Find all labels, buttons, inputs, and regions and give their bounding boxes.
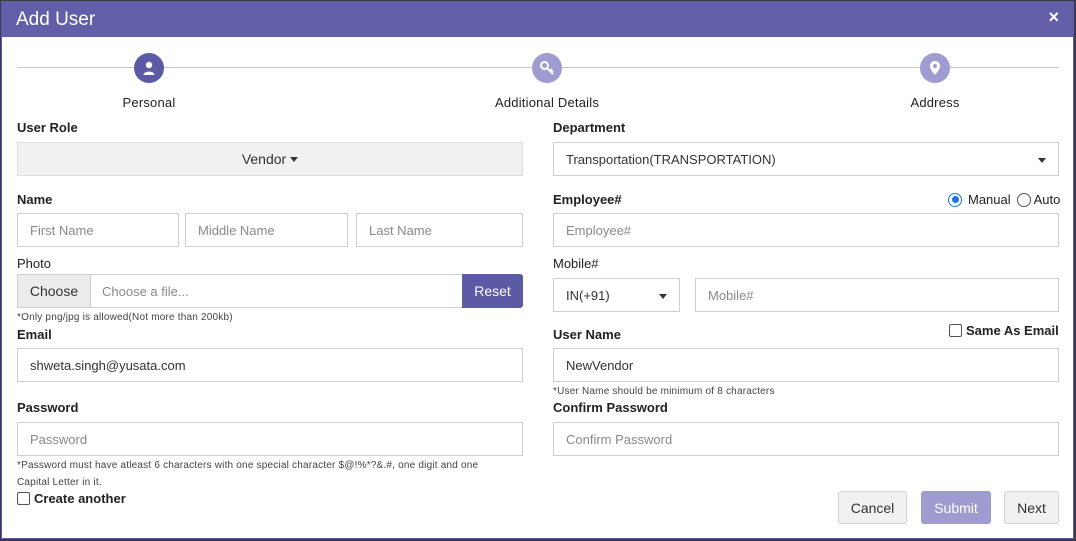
user-role-label: User Role — [17, 120, 78, 135]
same-as-email-label: Same As Email — [966, 323, 1059, 338]
confirm-password-label: Confirm Password — [553, 400, 668, 415]
password-hint-line2: Capital Letter in it. — [17, 477, 102, 488]
location-pin-icon — [920, 53, 950, 83]
caret-down-icon — [290, 156, 299, 162]
reset-button[interactable]: Reset — [462, 274, 523, 308]
username-label: User Name — [553, 327, 621, 342]
same-as-email-option[interactable]: Same As Email — [949, 323, 1059, 338]
choose-file-button[interactable]: Choose — [17, 274, 91, 308]
caret-down-icon — [659, 294, 667, 299]
photo-hint: *Only png/jpg is allowed(Not more than 2… — [17, 312, 233, 323]
password-input[interactable]: Password — [17, 422, 523, 456]
auto-radio-label: Auto — [1033, 192, 1061, 207]
country-code-value: IN(+91) — [566, 287, 610, 303]
cancel-button[interactable]: Cancel — [838, 491, 907, 524]
first-name-input[interactable]: First Name — [17, 213, 179, 247]
step-label: Additional Details — [494, 95, 600, 110]
department-select[interactable]: Transportation(TRANSPORTATION) — [553, 142, 1059, 176]
create-another-label: Create another — [34, 491, 126, 506]
create-another-checkbox[interactable] — [17, 492, 30, 505]
confirm-password-input[interactable]: Confirm Password — [553, 422, 1059, 456]
modal-header: Add User × — [2, 2, 1073, 37]
last-name-input[interactable]: Last Name — [356, 213, 523, 247]
manual-radio[interactable] — [948, 192, 962, 207]
username-hint: *User Name should be minimum of 8 charac… — [553, 386, 775, 397]
caret-down-icon — [1038, 158, 1046, 163]
close-icon[interactable]: × — [1048, 7, 1059, 28]
step-label: Personal — [122, 95, 176, 110]
next-button[interactable]: Next — [1004, 491, 1059, 524]
person-icon — [134, 53, 164, 83]
password-label: Password — [17, 400, 79, 415]
key-icon — [532, 53, 562, 83]
department-label: Department — [553, 120, 626, 135]
file-input[interactable]: Choose a file... — [90, 274, 464, 308]
middle-name-input[interactable]: Middle Name — [185, 213, 348, 247]
email-input[interactable]: shweta.singh@yusata.com — [17, 348, 523, 382]
step-address[interactable]: Address — [855, 53, 1015, 110]
user-role-dropdown[interactable]: Vendor — [17, 142, 523, 176]
add-user-modal: Add User × Personal Additional Details A… — [1, 1, 1074, 539]
create-another-option[interactable]: Create another — [17, 491, 126, 506]
employee-mode-radios: Manual Auto — [948, 192, 1060, 207]
username-input[interactable]: NewVendor — [553, 348, 1059, 382]
name-label: Name — [17, 192, 53, 207]
same-as-email-checkbox[interactable] — [949, 324, 962, 337]
step-label: Address — [910, 95, 960, 110]
employee-number-input[interactable]: Employee# — [553, 213, 1059, 247]
mobile-input[interactable]: Mobile# — [695, 278, 1059, 312]
user-role-value: Vendor — [241, 151, 287, 167]
employee-label: Employee# — [553, 192, 622, 207]
step-personal[interactable]: Personal — [69, 53, 229, 110]
manual-radio-label: Manual — [968, 192, 1011, 207]
photo-label: Photo — [17, 256, 51, 271]
auto-radio[interactable] — [1016, 192, 1031, 207]
step-additional-details[interactable]: Additional Details — [467, 53, 627, 110]
modal-title: Add User — [16, 9, 96, 30]
country-code-select[interactable]: IN(+91) — [553, 278, 680, 312]
password-hint-line1: *Password must have atleast 6 characters… — [17, 460, 479, 471]
department-value: Transportation(TRANSPORTATION) — [566, 151, 776, 167]
submit-button[interactable]: Submit — [921, 491, 991, 524]
mobile-label: Mobile# — [553, 256, 599, 271]
email-label: Email — [17, 327, 52, 342]
